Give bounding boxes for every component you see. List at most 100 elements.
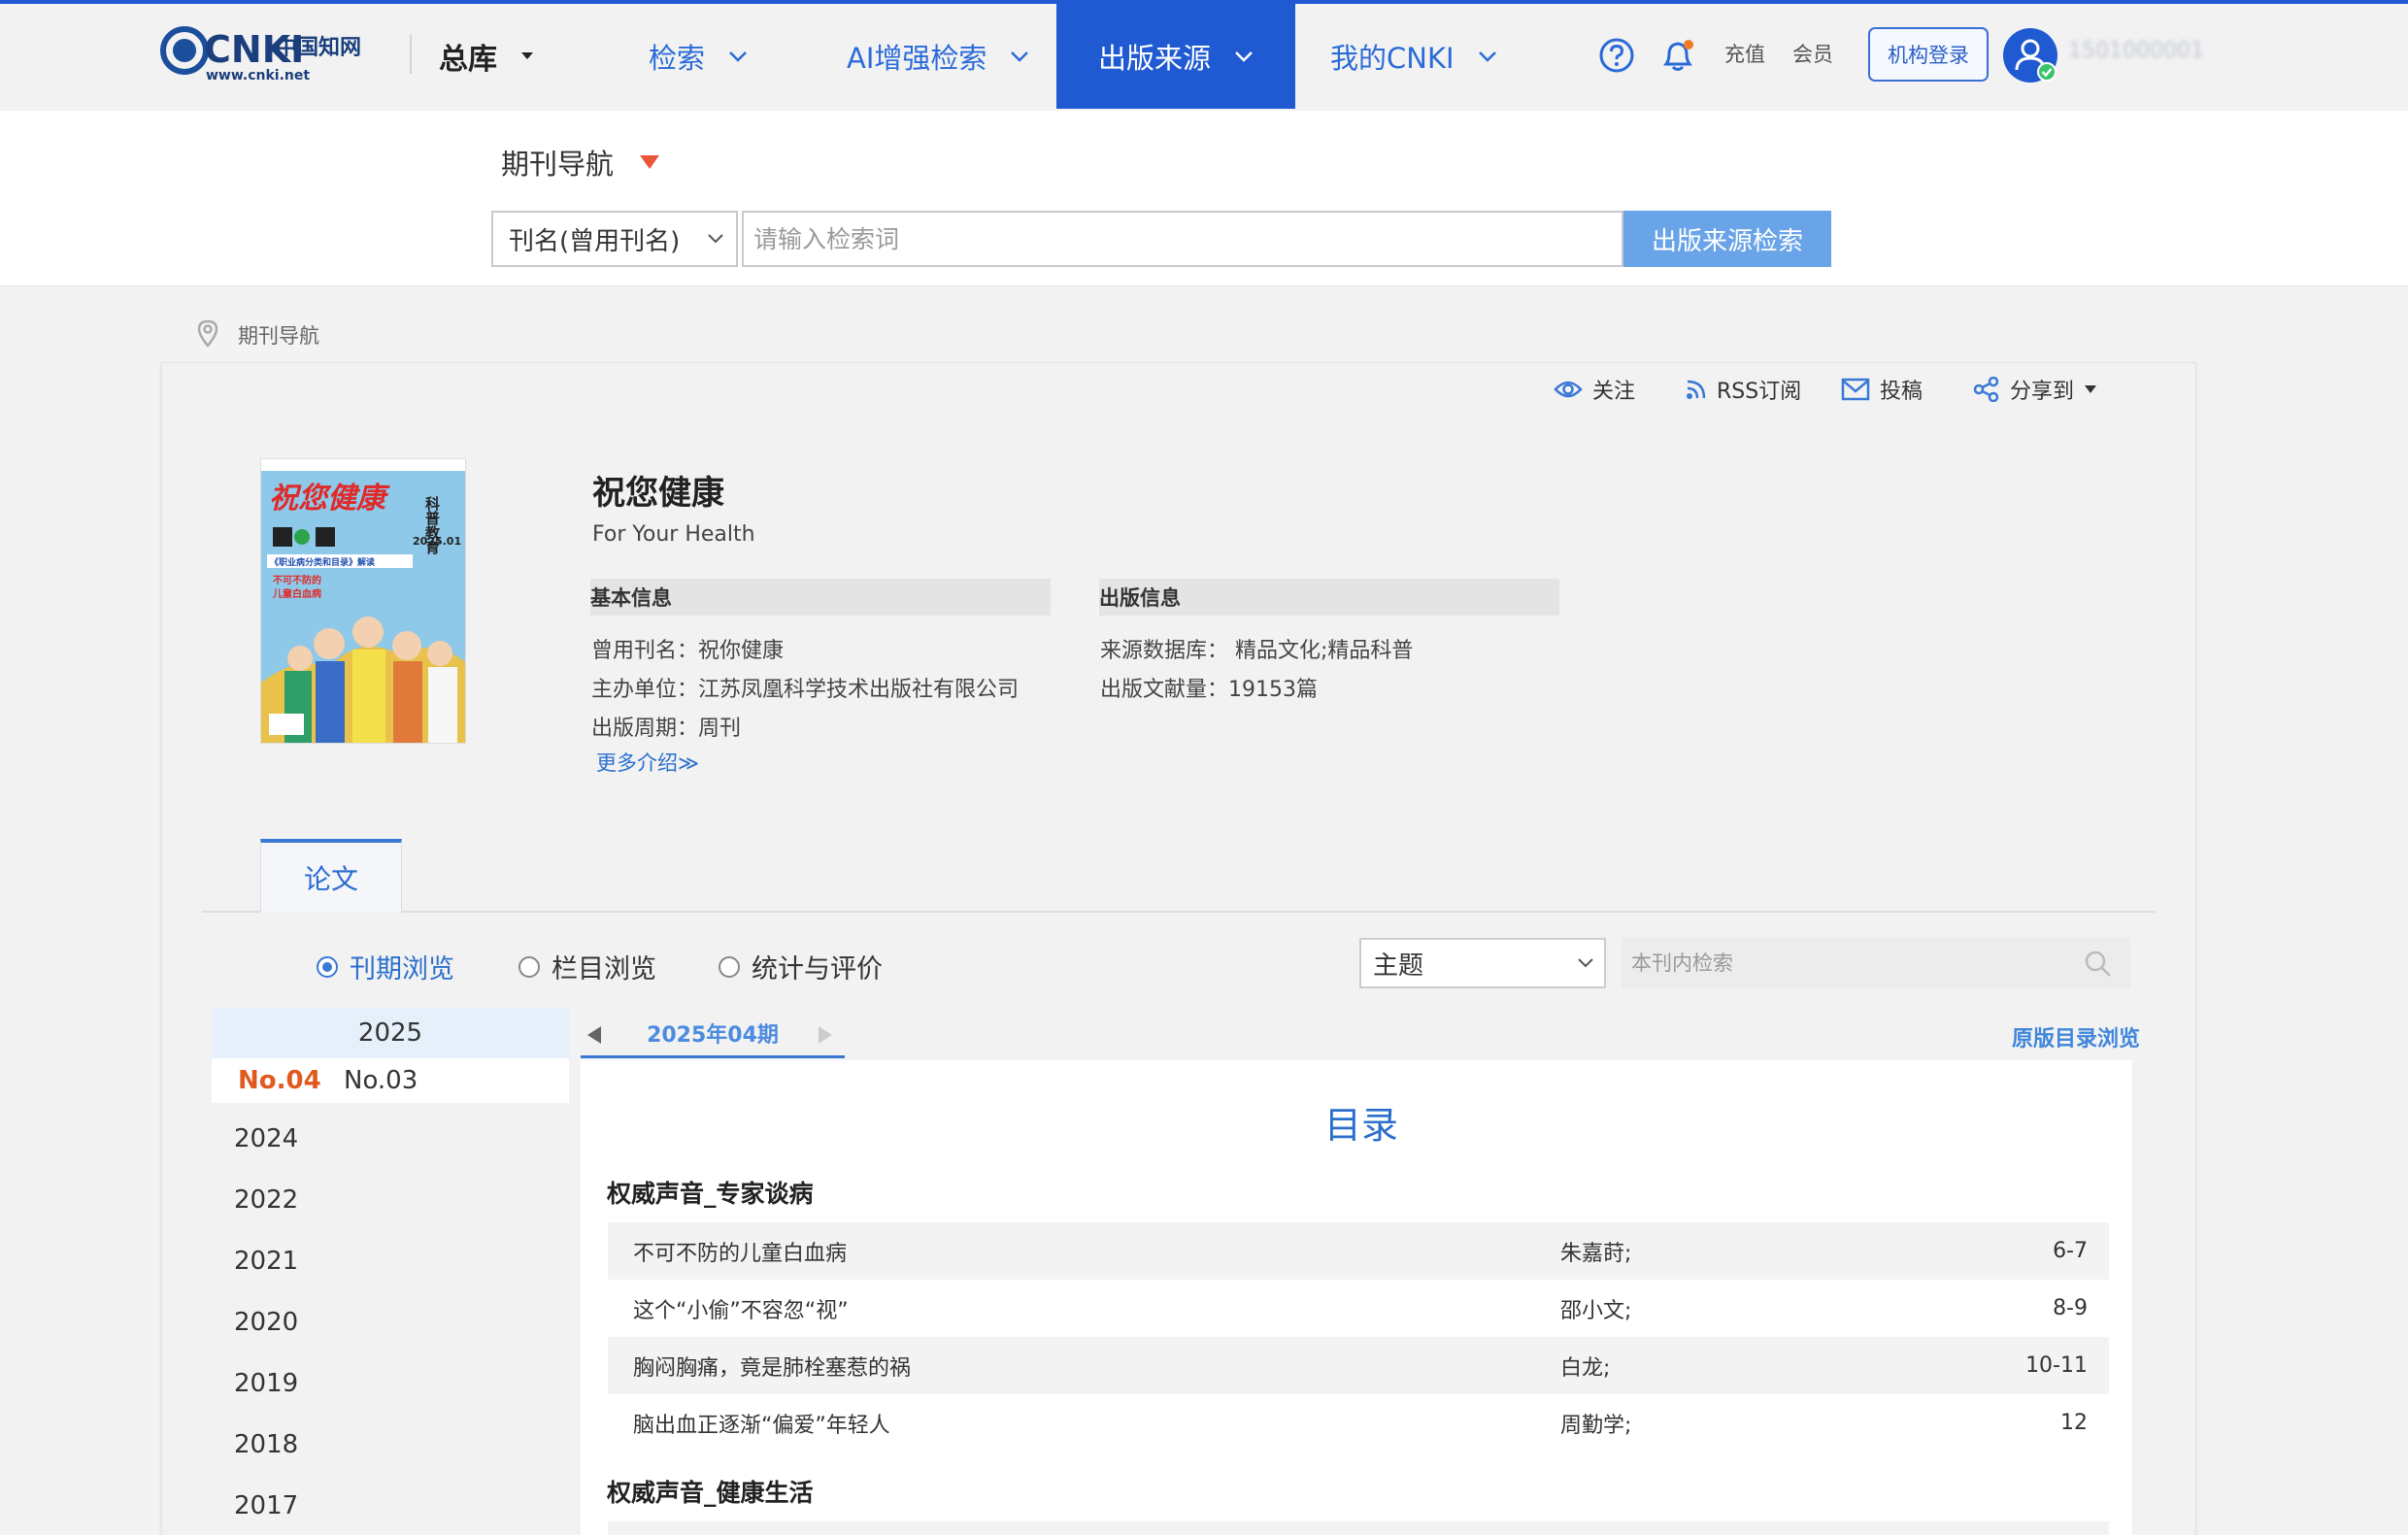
year-item[interactable]: 2021 bbox=[234, 1247, 298, 1276]
nav-search-label: 检索 bbox=[649, 42, 706, 75]
inner-journal-search-input[interactable] bbox=[1622, 938, 2130, 988]
article-author-link[interactable]: 朱嘉莳; bbox=[1560, 1236, 1631, 1267]
cover-title: 祝您健康 bbox=[269, 482, 390, 516]
chevron-down-icon bbox=[1234, 50, 1254, 62]
nav-my-cnki[interactable]: 我的CNKI bbox=[1330, 4, 1497, 109]
browse-by-column-label: 栏目浏览 bbox=[552, 954, 656, 984]
submit-label: 投稿 bbox=[1880, 380, 1923, 404]
toc-title: 目录 bbox=[1324, 1104, 1399, 1147]
basic-info-heading: 基本信息 bbox=[590, 579, 1051, 616]
follow-button[interactable]: 关注 bbox=[1554, 374, 1635, 405]
sponsor-unit: 主办单位：江苏凤凰科学技术出版社有限公司 bbox=[591, 678, 1020, 702]
eye-icon bbox=[1554, 377, 1583, 402]
radio-dot bbox=[317, 955, 338, 978]
user-avatar-icon[interactable] bbox=[2002, 27, 2058, 83]
caret-down-icon bbox=[639, 154, 660, 170]
issue-tab-current[interactable]: 2025年04期 bbox=[581, 1010, 845, 1058]
issue-item[interactable]: No.03 bbox=[344, 1066, 418, 1095]
help-icon[interactable] bbox=[1598, 37, 1635, 74]
journal-title: 祝您健康 bbox=[592, 474, 724, 513]
rss-subscribe-button[interactable]: RSS订阅 bbox=[1686, 374, 1801, 405]
column-heading: 权威声音_健康生活 bbox=[607, 1479, 814, 1507]
journal-english-title: For Your Health bbox=[592, 522, 755, 547]
nav-ai-search-label: AI增强检索 bbox=[847, 42, 987, 75]
tab-divider bbox=[202, 911, 2156, 913]
browse-by-column-radio[interactable]: 栏目浏览 bbox=[518, 948, 656, 985]
original-toc-link[interactable]: 原版目录浏览 bbox=[2012, 1021, 2140, 1052]
nav-search[interactable]: 检索 bbox=[649, 4, 748, 109]
article-title-link[interactable]: 脑出血正逐渐“偏爱”年轻人 bbox=[633, 1408, 890, 1439]
chevron-down-icon bbox=[728, 50, 748, 62]
share-dropdown[interactable]: 分享到 bbox=[1973, 374, 2097, 405]
inner-search-scope-select[interactable]: 主题 bbox=[1359, 938, 1606, 988]
stats-evaluation-label: 统计与评价 bbox=[752, 954, 883, 984]
submit-manuscript-button[interactable]: 投稿 bbox=[1841, 374, 1923, 405]
notification-bell-icon[interactable] bbox=[1658, 35, 1697, 76]
table-row: 胸闷胸痛，竟是肺栓塞惹的祸 白龙; 10-11 bbox=[608, 1337, 2109, 1394]
article-pages: 12 bbox=[2060, 1411, 2088, 1435]
tab-papers[interactable]: 论文 bbox=[260, 839, 402, 913]
user-account-name[interactable]: 1501000001 bbox=[2068, 39, 2204, 63]
chevron-down-icon bbox=[1478, 50, 1497, 62]
nav-publication-source-label: 出版来源 bbox=[1097, 42, 1211, 75]
search-icon[interactable] bbox=[2084, 950, 2113, 979]
document-count: 出版文献量：19153篇 bbox=[1100, 678, 1318, 702]
article-title-link[interactable]: 不可不防的儿童白血病 bbox=[633, 1236, 847, 1267]
year-item-selected[interactable]: 2025 bbox=[212, 1008, 569, 1058]
follow-label: 关注 bbox=[1592, 380, 1636, 404]
prev-issue-arrow-icon[interactable] bbox=[586, 1025, 602, 1045]
article-author-link[interactable]: 周勤学; bbox=[1560, 1408, 1631, 1439]
search-field-select[interactable]: 刊名(曾用刊名) bbox=[491, 211, 738, 267]
journal-navigation-dropdown[interactable]: 期刊导航 bbox=[501, 142, 660, 183]
more-intro-link[interactable]: 更多介绍≫ bbox=[596, 748, 699, 777]
year-item[interactable]: 2018 bbox=[234, 1430, 298, 1459]
search-input[interactable] bbox=[742, 211, 1623, 267]
nav-publication-source[interactable]: 出版来源 bbox=[1056, 4, 1295, 109]
column-heading: 权威声音_专家谈病 bbox=[607, 1180, 814, 1208]
nav-ai-search[interactable]: AI增强检索 bbox=[847, 4, 1029, 109]
cnki-logo[interactable]: CNKI 中国知网 www.cnki.net bbox=[159, 21, 383, 83]
caret-down-icon bbox=[520, 51, 534, 61]
radio-dot bbox=[719, 955, 740, 978]
share-icon bbox=[1973, 377, 2000, 402]
browse-by-issue-radio[interactable]: 刊期浏览 bbox=[317, 948, 454, 985]
stats-evaluation-radio[interactable]: 统计与评价 bbox=[719, 948, 883, 985]
chevron-down-icon bbox=[1010, 50, 1029, 62]
radio-dot bbox=[518, 955, 540, 978]
table-row: 脑出血正逐渐“偏爱”年轻人 周勤学; 12 bbox=[608, 1394, 2109, 1452]
breadcrumb[interactable]: 期刊导航 bbox=[238, 320, 319, 350]
search-field-value: 刊名(曾用刊名) bbox=[509, 226, 681, 256]
chevron-down-icon bbox=[1577, 957, 1594, 969]
publication-info-heading: 出版信息 bbox=[1099, 579, 1559, 616]
logo-cn-text: 中国知网 bbox=[276, 35, 361, 60]
next-issue-arrow-icon[interactable] bbox=[818, 1025, 833, 1045]
article-author-link[interactable]: 邵小文; bbox=[1560, 1293, 1631, 1324]
browse-by-issue-label: 刊期浏览 bbox=[350, 954, 454, 984]
journal-navigation-label: 期刊导航 bbox=[501, 148, 615, 181]
topup-link[interactable]: 充值 bbox=[1724, 39, 1765, 68]
article-author-link[interactable]: 白龙; bbox=[1560, 1351, 1610, 1382]
article-title-link[interactable]: 胸闷胸痛，竟是肺栓塞惹的祸 bbox=[633, 1351, 911, 1382]
journal-cover-image[interactable]: 祝您健康 科普教育 2025.01 《职业病分类和目录》解读 不可不防的 儿童白… bbox=[260, 458, 466, 744]
rss-icon bbox=[1686, 379, 1707, 400]
article-title-link[interactable]: 这个“小偷”不容忽“视” bbox=[633, 1293, 849, 1324]
year-item[interactable]: 2024 bbox=[234, 1124, 298, 1153]
year-item[interactable]: 2019 bbox=[234, 1369, 298, 1398]
article-pages: 10-11 bbox=[2025, 1353, 2088, 1378]
publication-search-button[interactable]: 出版来源检索 bbox=[1623, 211, 1831, 267]
chevron-down-icon bbox=[707, 233, 724, 245]
year-item[interactable]: 2020 bbox=[234, 1308, 298, 1337]
nav-zongku[interactable]: 总库 bbox=[439, 4, 534, 109]
logo-divider bbox=[410, 35, 412, 74]
mail-icon bbox=[1841, 378, 1870, 401]
share-label: 分享到 bbox=[2010, 380, 2075, 404]
former-name: 曾用刊名：祝你健康 bbox=[591, 639, 785, 663]
scope-value: 主题 bbox=[1373, 951, 1424, 981]
member-link[interactable]: 会员 bbox=[1792, 39, 1833, 68]
issue-item-current[interactable]: No.04 bbox=[238, 1066, 321, 1095]
source-database: 来源数据库： 精品文化;精品科普 bbox=[1100, 639, 1414, 663]
year-item[interactable]: 2022 bbox=[234, 1185, 298, 1215]
article-pages: 6-7 bbox=[2053, 1239, 2088, 1263]
institution-login-button[interactable]: 机构登录 bbox=[1868, 27, 1989, 82]
year-item[interactable]: 2017 bbox=[234, 1491, 298, 1520]
